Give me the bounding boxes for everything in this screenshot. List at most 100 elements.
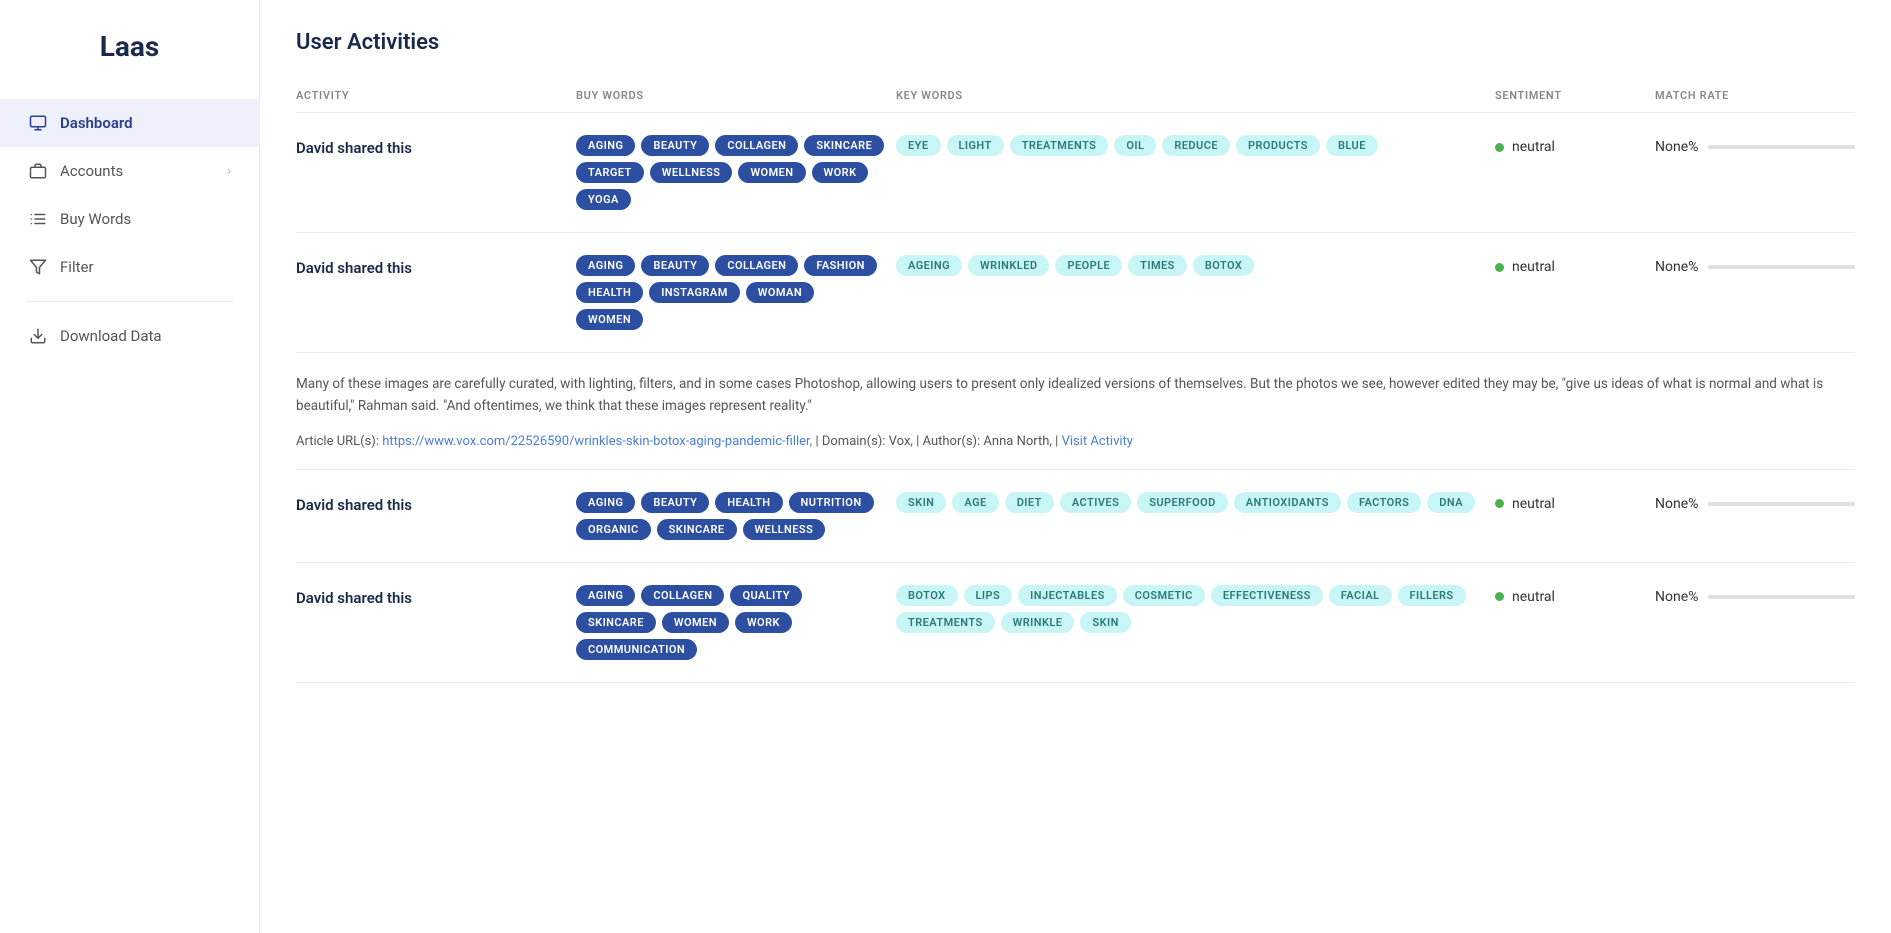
key-word-tag: TREATMENTS bbox=[1010, 135, 1109, 156]
key-word-tag: OIL bbox=[1114, 135, 1156, 156]
key-word-tag: TIMES bbox=[1128, 255, 1187, 276]
match-rate-bar bbox=[1708, 265, 1855, 269]
key-word-tag: PRODUCTS bbox=[1236, 135, 1320, 156]
match-rate-cell: None% bbox=[1655, 135, 1855, 155]
list-icon bbox=[28, 209, 48, 229]
sidebar-item-download-data-label: Download Data bbox=[60, 327, 162, 345]
article-row: Many of these images are carefully curat… bbox=[296, 353, 1855, 470]
col-activity: ACTIVITY bbox=[296, 89, 576, 102]
buy-word-tag: BEAUTY bbox=[641, 255, 709, 276]
match-rate-cell: None% bbox=[1655, 492, 1855, 512]
visit-activity-link[interactable]: Visit Activity bbox=[1062, 434, 1133, 449]
col-key-words: KEY WORDS bbox=[896, 89, 1495, 102]
buy-word-tag: YOGA bbox=[576, 189, 631, 210]
article-meta: Article URL(s): https://www.vox.com/2252… bbox=[296, 434, 1855, 449]
key-word-tag: DNA bbox=[1427, 492, 1475, 513]
download-icon bbox=[28, 326, 48, 346]
key-word-tag: LIGHT bbox=[947, 135, 1004, 156]
match-rate-bar bbox=[1708, 145, 1855, 149]
buy-word-tag: AGING bbox=[576, 255, 635, 276]
key-word-tag: WRINKLE bbox=[1001, 612, 1075, 633]
sidebar-item-buy-words[interactable]: Buy Words bbox=[0, 195, 259, 243]
buy-word-tag: WELLNESS bbox=[743, 519, 826, 540]
key-word-tag: LIPS bbox=[964, 585, 1013, 606]
key-word-tag: BOTOX bbox=[896, 585, 958, 606]
article-text: Many of these images are carefully curat… bbox=[296, 373, 1855, 418]
key-word-tag: FACIAL bbox=[1329, 585, 1392, 606]
monitor-icon bbox=[28, 113, 48, 133]
sidebar-item-dashboard[interactable]: Dashboard bbox=[0, 99, 259, 147]
buy-word-tag: WORK bbox=[735, 612, 792, 633]
match-rate-label: None% bbox=[1655, 259, 1698, 275]
sidebar-item-accounts[interactable]: Accounts › bbox=[0, 147, 259, 195]
key-word-tag: INJECTABLES bbox=[1018, 585, 1117, 606]
sidebar-item-accounts-label: Accounts bbox=[60, 162, 123, 180]
activity-row: David shared thisAGINGCOLLAGENQUALITYSKI… bbox=[296, 563, 1855, 683]
buy-word-tag: COLLAGEN bbox=[715, 255, 798, 276]
buy-words-cell: AGINGBEAUTYHEALTHNUTRITIONORGANICSKINCAR… bbox=[576, 492, 896, 540]
buy-word-tag: WOMEN bbox=[576, 309, 643, 330]
key-word-tag: PEOPLE bbox=[1055, 255, 1122, 276]
match-rate-label: None% bbox=[1655, 139, 1698, 155]
activity-row: David shared thisAGINGBEAUTYCOLLAGENFASH… bbox=[296, 233, 1855, 353]
buy-word-tag: AGING bbox=[576, 135, 635, 156]
key-word-tag: ANTIOXIDANTS bbox=[1234, 492, 1341, 513]
buy-word-tag: BEAUTY bbox=[641, 135, 709, 156]
activity-title: David shared this bbox=[296, 135, 576, 157]
buy-word-tag: HEALTH bbox=[576, 282, 643, 303]
sidebar-item-dashboard-label: Dashboard bbox=[60, 114, 133, 132]
activity-title: David shared this bbox=[296, 255, 576, 277]
buy-word-tag: ORGANIC bbox=[576, 519, 651, 540]
key-words-cell: SKINAGEDIETACTIVESSUPERFOODANTIOXIDANTSF… bbox=[896, 492, 1495, 513]
buy-word-tag: WOMEN bbox=[738, 162, 805, 183]
buy-word-tag: AGING bbox=[576, 492, 635, 513]
key-word-tag: FILLERS bbox=[1398, 585, 1466, 606]
key-word-tag: AGE bbox=[952, 492, 998, 513]
key-word-tag: DIET bbox=[1005, 492, 1054, 513]
match-rate-bar bbox=[1708, 502, 1855, 506]
buy-word-tag: WOMAN bbox=[746, 282, 814, 303]
key-word-tag: BLUE bbox=[1326, 135, 1378, 156]
key-word-tag: AGEING bbox=[896, 255, 962, 276]
buy-word-tag: SKINCARE bbox=[657, 519, 737, 540]
article-url-link[interactable]: https://www.vox.com/22526590/wrinkles-sk… bbox=[382, 434, 812, 449]
buy-word-tag: BEAUTY bbox=[641, 492, 709, 513]
buy-word-tag: WELLNESS bbox=[650, 162, 733, 183]
sentiment-cell: neutral bbox=[1495, 492, 1655, 512]
buy-word-tag: COMMUNICATION bbox=[576, 639, 697, 660]
buy-word-tag: INSTAGRAM bbox=[649, 282, 740, 303]
sentiment-label: neutral bbox=[1512, 496, 1555, 512]
main-content: User Activities ACTIVITY BUY WORDS KEY W… bbox=[260, 0, 1891, 933]
key-word-tag: SKIN bbox=[896, 492, 946, 513]
buy-word-tag: COLLAGEN bbox=[715, 135, 798, 156]
buy-word-tag: COLLAGEN bbox=[641, 585, 724, 606]
key-word-tag: TREATMENTS bbox=[896, 612, 995, 633]
sentiment-cell: neutral bbox=[1495, 255, 1655, 275]
sentiment-dot bbox=[1495, 263, 1504, 272]
match-rate-label: None% bbox=[1655, 589, 1698, 605]
key-word-tag: EYE bbox=[896, 135, 941, 156]
app-logo: Laas bbox=[100, 30, 160, 63]
buy-word-tag: TARGET bbox=[576, 162, 644, 183]
sentiment-dot bbox=[1495, 592, 1504, 601]
match-rate-bar bbox=[1708, 595, 1855, 599]
buy-word-tag: HEALTH bbox=[715, 492, 782, 513]
filter-icon bbox=[28, 257, 48, 277]
sidebar-item-filter[interactable]: Filter bbox=[0, 243, 259, 291]
buy-word-tag: WOMEN bbox=[662, 612, 729, 633]
buy-words-cell: AGINGCOLLAGENQUALITYSKINCAREWOMENWORKCOM… bbox=[576, 585, 896, 660]
col-match-rate: MATCH RATE bbox=[1655, 89, 1855, 102]
sentiment-label: neutral bbox=[1512, 139, 1555, 155]
key-words-cell: AGEINGWRINKLEDPEOPLETIMESBOTOX bbox=[896, 255, 1495, 276]
key-word-tag: REDUCE bbox=[1162, 135, 1230, 156]
activities-container: David shared thisAGINGBEAUTYCOLLAGENSKIN… bbox=[296, 113, 1855, 683]
buy-word-tag: SKINCARE bbox=[804, 135, 884, 156]
col-buy-words: BUY WORDS bbox=[576, 89, 896, 102]
key-words-cell: BOTOXLIPSINJECTABLESCOSMETICEFFECTIVENES… bbox=[896, 585, 1495, 633]
briefcase-icon bbox=[28, 161, 48, 181]
sentiment-dot bbox=[1495, 143, 1504, 152]
activity-title: David shared this bbox=[296, 492, 576, 514]
buy-words-cell: AGING BEAUTY COLLAGEN SKINCARE TARGET WELLNES… bbox=[576, 135, 896, 210]
buy-word-tag: AGING bbox=[576, 585, 635, 606]
sidebar-item-download-data[interactable]: Download Data bbox=[0, 312, 259, 360]
